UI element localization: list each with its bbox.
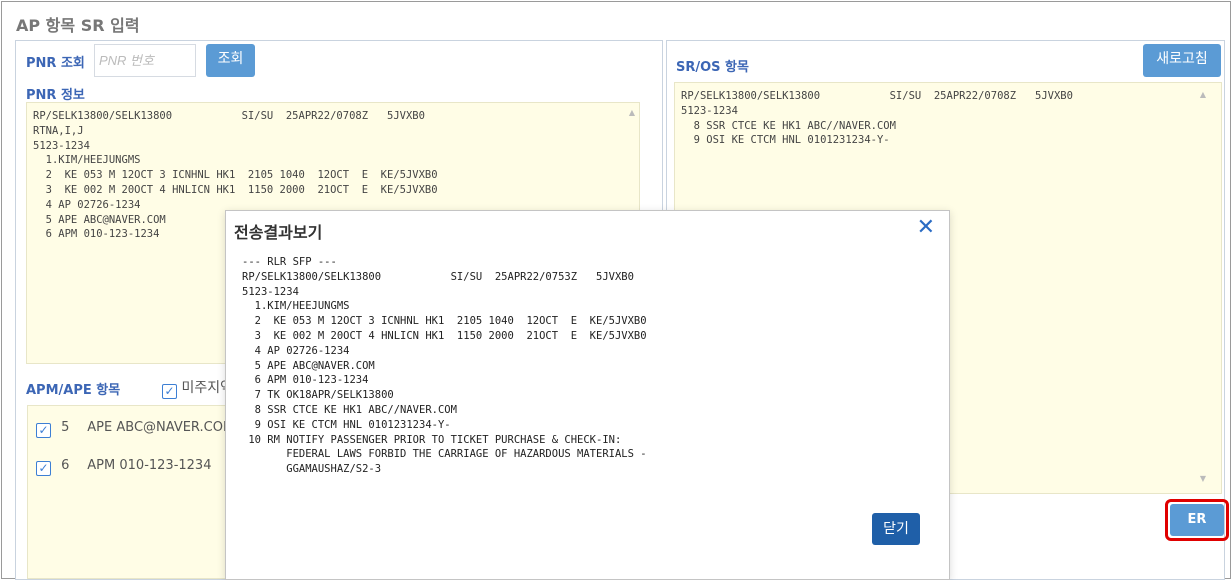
search-button[interactable]: 조회 [206,44,255,77]
scroll-up-icon[interactable]: ▲ [1197,90,1209,100]
pnr-search-label: PNR 조회 [26,56,85,71]
item-code: APE [87,420,113,435]
pnr-info-label: PNR 정보 [26,88,85,103]
americas-checkbox[interactable]: ✓ [162,384,177,399]
scroll-down-icon[interactable]: ▼ [1197,474,1209,484]
result-dialog: 전송결과보기 ✕ --- RLR SFP --- RP/SELK13800/SE… [225,210,950,580]
refresh-button[interactable]: 새로고침 [1143,44,1221,77]
close-button[interactable]: 닫기 [872,513,920,545]
item-checkbox[interactable]: ✓ [36,423,51,438]
sr-os-label: SR/OS 항목 [676,60,749,75]
item-code: APM [87,458,116,473]
item-number: 6 [61,458,70,473]
close-icon[interactable]: ✕ [917,215,935,241]
item-number: 5 [61,420,70,435]
americas-checkbox-row[interactable]: ✓ 미주지역 [162,377,233,399]
item-value: 010-123-1234 [119,458,212,473]
dialog-title: 전송결과보기 [234,223,323,242]
list-item[interactable]: ✓ 6 APM 010-123-1234 [36,458,211,476]
item-checkbox[interactable]: ✓ [36,461,51,476]
window-title: AP 항목 SR 입력 [16,16,140,35]
dialog-result-text: --- RLR SFP --- RP/SELK13800/SELK13800 S… [242,256,647,476]
item-value: ABC@NAVER.COM [116,420,235,435]
apm-ape-label: APM/APE 항목 [26,383,121,398]
list-item[interactable]: ✓ 5 APE ABC@NAVER.COM [36,420,234,438]
pnr-number-input[interactable] [94,44,196,77]
er-button[interactable]: ER [1170,504,1224,536]
scroll-up-icon[interactable]: ▲ [626,108,638,118]
